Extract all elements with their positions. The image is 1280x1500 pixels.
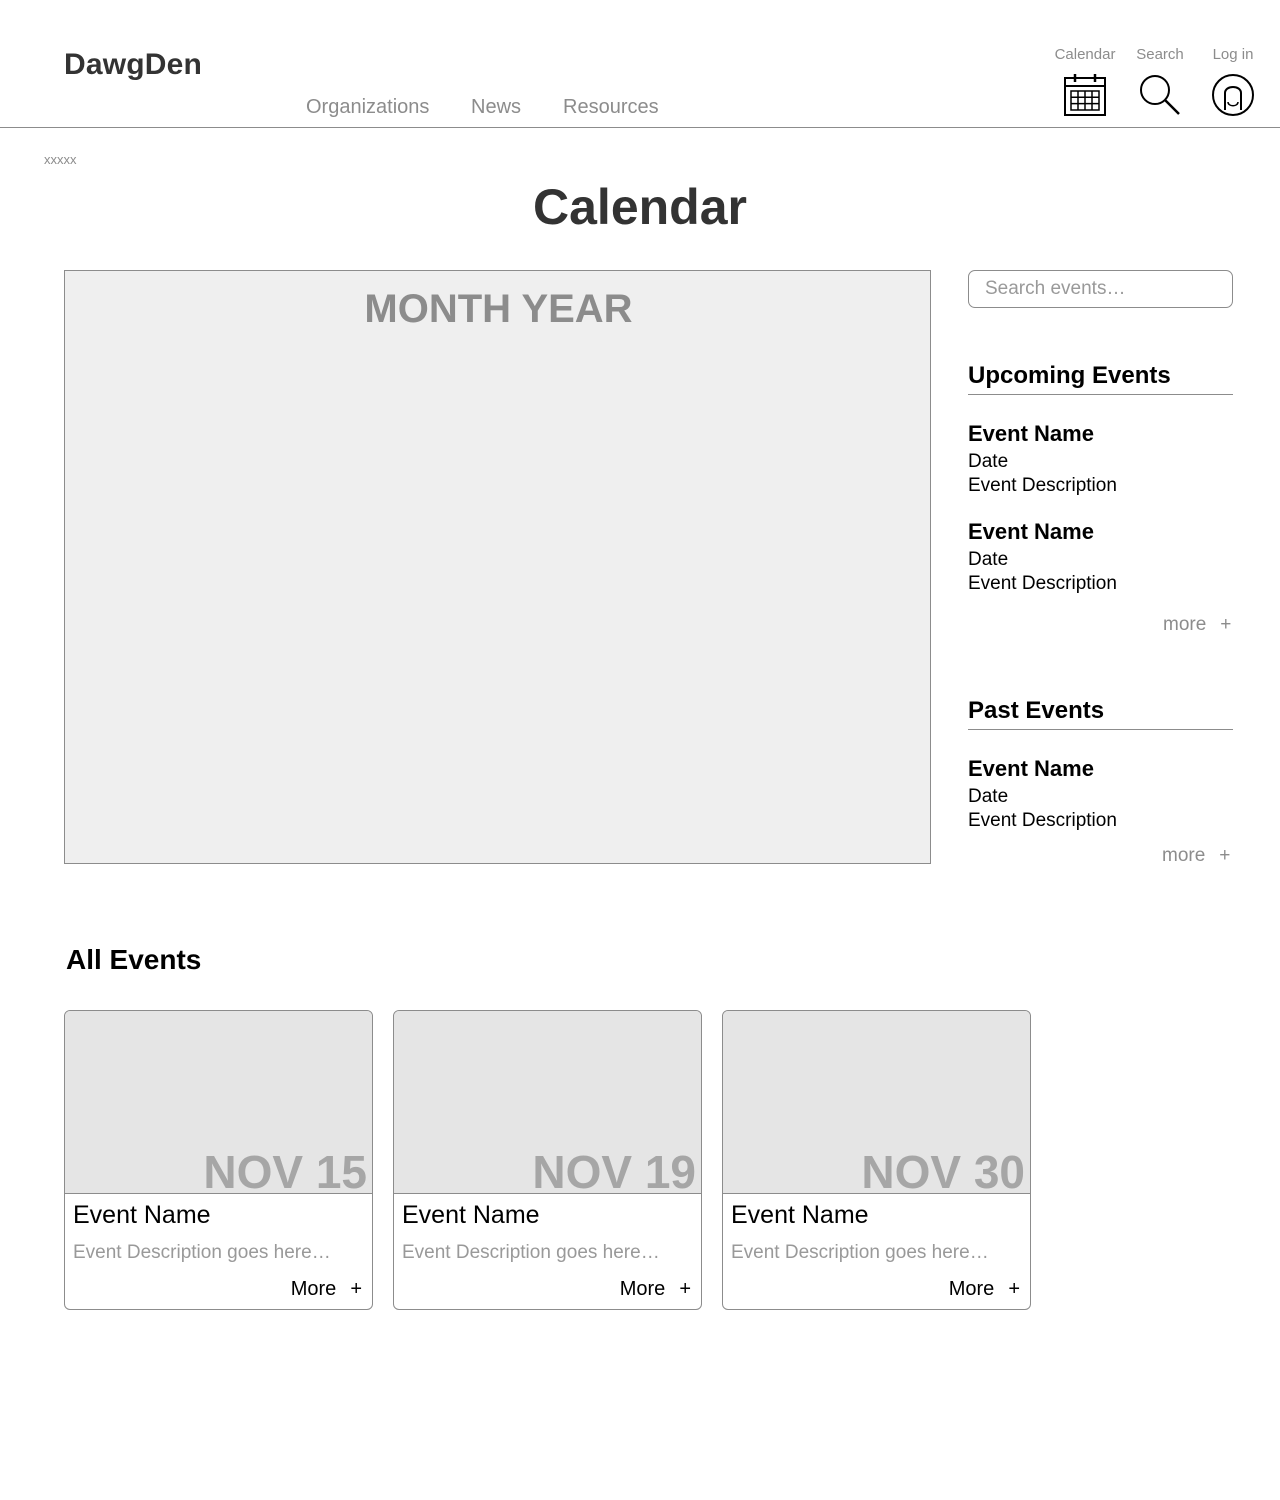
calendar-panel[interactable]: MONTH YEAR — [64, 270, 931, 864]
event-card[interactable]: NOV 15 Event Name Event Description goes… — [64, 1010, 373, 1310]
nav-news[interactable]: News — [471, 96, 521, 119]
event-card-more-button[interactable]: More + — [291, 1278, 362, 1301]
search-link-label: Search — [1136, 46, 1184, 63]
more-label: More — [619, 1278, 666, 1300]
user-circle-icon — [1212, 74, 1254, 116]
plus-icon: + — [1220, 614, 1232, 635]
upcoming-more-link[interactable]: more + — [1163, 614, 1231, 636]
event-card-image: NOV 15 — [65, 1011, 372, 1198]
page-title: Calendar — [533, 179, 747, 235]
more-label: More — [290, 1278, 337, 1300]
event-card-image: NOV 19 — [394, 1011, 701, 1198]
nav-resources[interactable]: Resources — [563, 96, 659, 119]
event-card-description: Event Description goes here… — [73, 1242, 331, 1263]
upcoming-event-item[interactable]: Event Name Date Event Description — [968, 420, 1233, 498]
site-logo[interactable]: DawgDen — [64, 48, 202, 82]
site-header: DawgDen Organizations News Resources Cal… — [0, 0, 1280, 128]
upcoming-event-item[interactable]: Event Name Date Event Description — [968, 518, 1233, 596]
breadcrumb[interactable]: xxxxx — [44, 152, 77, 167]
plus-icon: + — [350, 1278, 362, 1300]
search-events-input[interactable] — [968, 270, 1233, 308]
all-events-heading: All Events — [66, 944, 202, 975]
calendar-icon — [1064, 74, 1106, 116]
event-name: Event Name — [968, 519, 1094, 544]
plus-icon: + — [679, 1278, 691, 1300]
login-link[interactable]: Log in — [1193, 46, 1273, 117]
plus-icon: + — [1219, 845, 1231, 866]
event-card[interactable]: NOV 19 Event Name Event Description goes… — [393, 1010, 702, 1310]
past-event-item[interactable]: Event Name Date Event Description — [968, 755, 1233, 833]
event-description: Event Description — [968, 475, 1117, 496]
event-description: Event Description — [968, 810, 1117, 831]
event-date: Date — [968, 786, 1009, 807]
upcoming-events-heading: Upcoming Events — [968, 362, 1233, 395]
event-card-name: Event Name — [402, 1201, 540, 1229]
event-card-image: NOV 30 — [723, 1011, 1030, 1198]
event-card-description: Event Description goes here… — [402, 1242, 660, 1263]
event-name: Event Name — [968, 421, 1094, 446]
event-date: Date — [968, 549, 1009, 570]
event-card-date: NOV 19 — [532, 1146, 696, 1198]
event-card-more-button[interactable]: More + — [620, 1278, 691, 1301]
event-card-name: Event Name — [73, 1201, 211, 1229]
more-label: more — [1162, 845, 1206, 866]
event-card-date: NOV 30 — [861, 1146, 1025, 1198]
event-card-description: Event Description goes here… — [731, 1242, 989, 1263]
login-link-label: Log in — [1212, 46, 1254, 63]
event-card-date: NOV 15 — [203, 1146, 367, 1198]
search-link[interactable]: Search — [1120, 46, 1200, 117]
calendar-link-label: Calendar — [1054, 46, 1116, 63]
plus-icon: + — [1008, 1278, 1020, 1300]
past-events-heading: Past Events — [968, 697, 1233, 730]
calendar-month-year: MONTH YEAR — [364, 287, 633, 331]
more-label: More — [948, 1278, 995, 1300]
more-label: more — [1163, 614, 1207, 635]
magnifier-icon — [1140, 75, 1180, 115]
event-card-name: Event Name — [731, 1201, 869, 1229]
calendar-link[interactable]: Calendar — [1045, 46, 1125, 117]
past-more-link[interactable]: more + — [1162, 845, 1230, 867]
event-card-more-button[interactable]: More + — [949, 1278, 1020, 1301]
event-name: Event Name — [968, 756, 1094, 781]
event-date: Date — [968, 451, 1009, 472]
event-description: Event Description — [968, 573, 1117, 594]
event-card[interactable]: NOV 30 Event Name Event Description goes… — [722, 1010, 1031, 1310]
nav-organizations[interactable]: Organizations — [306, 96, 429, 119]
